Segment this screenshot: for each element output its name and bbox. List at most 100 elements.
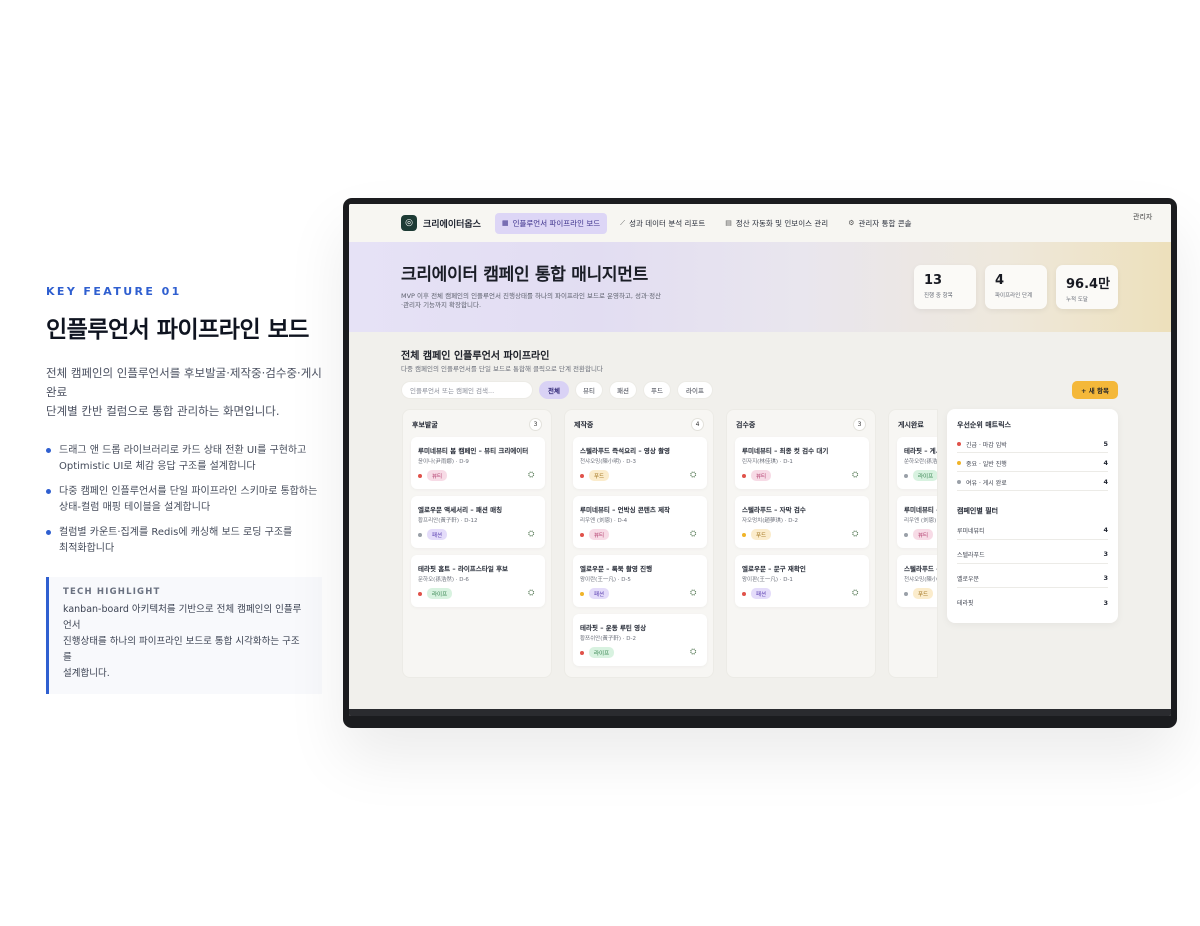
feature-desc-line: 단계별 칸반 컬럼으로 통합 관리하는 화면입니다. bbox=[46, 404, 280, 418]
kanban-card[interactable]: 루미네뷰티 – 언박싱 콘텐츠 제작 리우엔 (刘恩) · D-4 뷰티 ⛭ bbox=[573, 496, 707, 548]
image-placeholder-icon: ⛭ bbox=[528, 529, 535, 538]
stat-value: 4 bbox=[995, 273, 1005, 288]
kanban-card[interactable]: 루미네뷰티 – 게시 리우엔 (刘恩) 뷰티 bbox=[897, 496, 937, 548]
gear-icon: ⚙ bbox=[848, 219, 855, 227]
column-count: 3 bbox=[529, 418, 542, 431]
search-input[interactable]: 인플루언서 또는 캠페인 검색... bbox=[401, 381, 533, 399]
feature-description: KEY FEATURE 01 인플루언서 파이프라인 보드 전체 캠페인의 인플… bbox=[46, 285, 326, 694]
image-placeholder-icon: ⛭ bbox=[852, 470, 859, 479]
category-tag: 뷰티 bbox=[913, 529, 934, 540]
kanban-card[interactable]: 스텔라푸드 – 게시 천샤오밍(陳小明) 푸드 bbox=[897, 555, 937, 607]
priority-row[interactable]: 중요 · 일반 진행 4 bbox=[957, 455, 1108, 472]
column-count: 3 bbox=[853, 418, 866, 431]
kanban-column-review: 검수중 3 루미네뷰티 – 최종 컷 검수 대기 린자지(林佳琪) · D-1 … bbox=[726, 409, 876, 678]
priority-row[interactable]: 긴급 · 마감 임박 5 bbox=[957, 436, 1108, 453]
card-title: 스텔라푸드 즉석요리 – 영상 촬영 bbox=[580, 447, 671, 455]
filter-chip-food[interactable]: 푸드 bbox=[643, 381, 671, 399]
campaign-filter-row[interactable]: 스텔라푸드 3 bbox=[957, 545, 1108, 564]
tech-highlight: TECH HIGHLIGHT kanban-board 아키텍처를 기반으로 전… bbox=[46, 577, 322, 694]
category-tag: 뷰티 bbox=[427, 470, 448, 481]
image-placeholder-icon: ⛭ bbox=[690, 470, 697, 479]
card-title: 스텔라푸드 – 게시 bbox=[904, 565, 937, 573]
card-meta: 황쯔쉬안(黃子軒) · D-2 bbox=[580, 636, 636, 642]
category-tag: 라이프 bbox=[589, 647, 615, 658]
kanban-card[interactable]: 엘로우문 – 룩북 촬영 진행 왕이란(王一凡) · D-5 패션 ⛭ bbox=[573, 555, 707, 607]
card-meta: 황프리안(黃子軒) · D-12 bbox=[418, 518, 478, 524]
stat-card-active: 13 진행 중 항목 bbox=[914, 265, 976, 309]
nav-item-pipeline[interactable]: ▦ 인플루언서 파이프라인 보드 bbox=[494, 212, 608, 234]
card-title: 루미네뷰티 봄 캠페인 – 뷰티 크리에이터 bbox=[418, 447, 529, 455]
priority-row[interactable]: 여유 · 게시 완료 4 bbox=[957, 474, 1108, 491]
card-title: 테라핏 – 운동 루틴 영상 bbox=[580, 624, 647, 632]
kanban-card[interactable]: 스텔라푸드 즉석요리 – 영상 촬영 천샤오밍(陳小明) · D-3 푸드 ⛭ bbox=[573, 437, 707, 489]
board-subtitle: 다중 캠페인의 인플루언서를 단일 보드로 통합해 클릭으로 단계 전환합니다 bbox=[401, 365, 603, 373]
filter-chip-fashion[interactable]: 패션 bbox=[609, 381, 637, 399]
priority-dot-icon bbox=[580, 651, 584, 655]
kanban-card[interactable]: 테라핏 – 게시 완료 쑨하오란(孫浩然) 라이프 bbox=[897, 437, 937, 489]
column-title: 후보발굴 bbox=[412, 421, 438, 429]
card-title: 루미네뷰티 – 게시 bbox=[904, 506, 937, 514]
kanban-card[interactable]: 스텔라푸드 – 자막 검수 자오멍치(趙夢琪) · D-2 푸드 ⛭ bbox=[735, 496, 869, 548]
stat-card-stages: 4 파이프라인 단계 bbox=[985, 265, 1047, 309]
nav-item-report[interactable]: ⟋ 성과 데이터 분석 리포트 bbox=[613, 213, 712, 234]
card-meta: 리우엔 (刘恩) bbox=[904, 518, 937, 524]
category-tag: 라이프 bbox=[427, 588, 453, 599]
card-meta: 왕이란(王一凡) · D-5 bbox=[580, 577, 631, 583]
nav-label: 관리자 통합 콘솔 bbox=[858, 218, 912, 228]
filter-chip-beauty[interactable]: 뷰티 bbox=[575, 381, 603, 399]
user-avatar[interactable]: 관리자 bbox=[1133, 213, 1155, 233]
filter-chip-life[interactable]: 라이프 bbox=[677, 381, 713, 399]
brand-name[interactable]: 크리에이터옵스 bbox=[423, 217, 481, 230]
category-tag: 패션 bbox=[751, 588, 772, 599]
nav-item-invoice[interactable]: ▤ 정산 자동화 및 인보이스 관리 bbox=[718, 213, 835, 234]
status-dot-icon bbox=[957, 442, 961, 446]
hero-banner: 크리에이터 캠페인 통합 매니지먼트 MVP 이후 전체 캠페인의 인플루언서 … bbox=[349, 242, 1171, 332]
stat-label: 파이프라인 단계 bbox=[995, 293, 1033, 299]
bullet-dot-icon bbox=[46, 448, 51, 453]
priority-dot-icon bbox=[418, 592, 422, 596]
add-item-button[interactable]: + 새 항목 bbox=[1072, 381, 1118, 399]
image-placeholder-icon: ⛭ bbox=[690, 588, 697, 597]
kanban-card[interactable]: 루미네뷰티 봄 캠페인 – 뷰티 크리에이터 윤이나(尹雨娜) · D-9 뷰티… bbox=[411, 437, 545, 489]
kanban-card[interactable]: 엘로우문 액세서리 – 패션 매칭 황프리안(黃子軒) · D-12 패션 ⛭ bbox=[411, 496, 545, 548]
filter-chip-all[interactable]: 전체 bbox=[539, 381, 569, 399]
category-tag: 뷰티 bbox=[589, 529, 610, 540]
feature-bullet: 컬럼별 카운트·집계를 Redis에 캐싱해 보드 로딩 구조를 최적화합니다 bbox=[46, 525, 326, 557]
priority-dot-icon bbox=[904, 592, 908, 596]
brand-logo-icon[interactable]: ◎ bbox=[401, 215, 417, 231]
bullet-dot-icon bbox=[46, 530, 51, 535]
status-dot-icon bbox=[957, 480, 961, 484]
stat-value: 13 bbox=[924, 273, 943, 288]
kanban-card[interactable]: 엘로우문 – 문구 재확인 왕이판(王一凡) · D-1 패션 ⛭ bbox=[735, 555, 869, 607]
image-placeholder-icon: ⛭ bbox=[852, 529, 859, 538]
bullet-dot-icon bbox=[46, 489, 51, 494]
category-tag: 패션 bbox=[589, 588, 610, 599]
card-title: 테라핏 홈트 – 라이프스타일 후보 bbox=[418, 565, 509, 573]
kanban-card[interactable]: 테라핏 – 운동 루틴 영상 황쯔쉬안(黃子軒) · D-2 라이프 ⛭ bbox=[573, 614, 707, 666]
column-title: 게시완료 bbox=[898, 421, 924, 429]
card-title: 루미네뷰티 – 언박싱 콘텐츠 제작 bbox=[580, 506, 671, 514]
kanban-card[interactable]: 테라핏 홈트 – 라이프스타일 후보 문하오(孫浩然) · D-6 라이프 ⛭ bbox=[411, 555, 545, 607]
campaign-filter-row[interactable]: 루미네뷰티 4 bbox=[957, 521, 1108, 540]
tech-highlight-text: kanban-board 아키텍처를 기반으로 전체 캠페인의 인플루언서 진행… bbox=[63, 604, 302, 679]
kanban-card[interactable]: 루미네뷰티 – 최종 컷 검수 대기 린자지(林佳琪) · D-1 뷰티 ⛭ bbox=[735, 437, 869, 489]
side-panel: 우선순위 매트릭스 긴급 · 마감 임박 5 중요 · 일반 진행 4 여유 · 게… bbox=[947, 409, 1118, 623]
card-meta: 천샤오밍(陳小明) · D-3 bbox=[580, 459, 636, 465]
feature-desc-line: 전체 캠페인의 인플루언서를 후보발굴·제작중·검수중·게시완료 bbox=[46, 366, 322, 399]
category-tag: 푸드 bbox=[751, 529, 772, 540]
campaign-filter-row[interactable]: 테라핏 3 bbox=[957, 593, 1108, 612]
feature-title: 인플루언서 파이프라인 보드 bbox=[46, 317, 309, 343]
card-meta: 문하오(孫浩然) · D-6 bbox=[418, 577, 469, 583]
nav-item-admin[interactable]: ⚙ 관리자 통합 콘솔 bbox=[841, 213, 918, 234]
priority-dot-icon bbox=[742, 533, 746, 537]
image-placeholder-icon: ⛭ bbox=[690, 647, 697, 656]
app-screen: ◎ 크리에이터옵스 ▦ 인플루언서 파이프라인 보드 ⟋ 성과 데이터 분석 리포트… bbox=[349, 204, 1171, 716]
priority-dot-icon bbox=[580, 533, 584, 537]
campaign-filter-row[interactable]: 옐로우문 3 bbox=[957, 569, 1108, 588]
image-placeholder-icon: ⛭ bbox=[852, 588, 859, 597]
priority-dot-icon bbox=[742, 474, 746, 478]
category-tag: 뷰티 bbox=[751, 470, 772, 481]
nav-label: 정산 자동화 및 인보이스 관리 bbox=[735, 218, 829, 228]
feature-slide: KEY FEATURE 01 인플루언서 파이프라인 보드 전체 캠페인의 인플… bbox=[0, 0, 1200, 926]
nav-label: 인플루언서 파이프라인 보드 bbox=[512, 218, 601, 228]
